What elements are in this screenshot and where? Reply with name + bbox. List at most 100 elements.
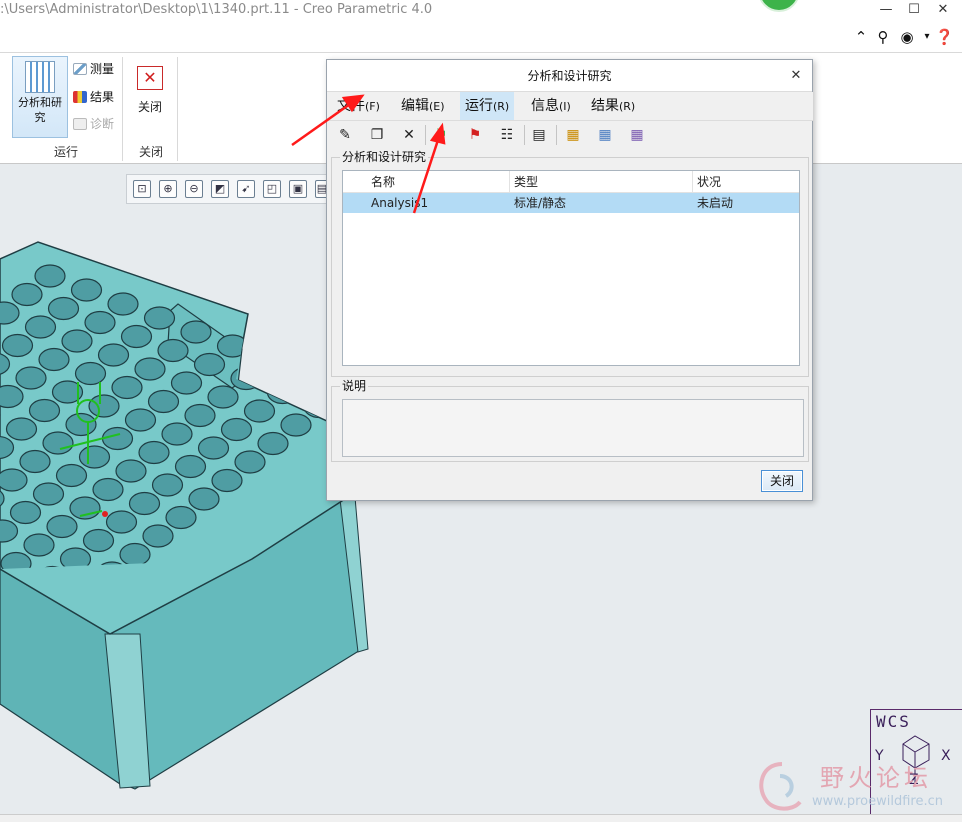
diagnose-button[interactable]: 诊断 [73,114,114,134]
model-hole [78,445,111,469]
edit-pencil-icon[interactable]: ✎ [334,124,356,146]
model-hole [234,450,266,474]
analysis-study-button[interactable]: 分析和研 究 [12,56,68,138]
model-hole [46,514,78,539]
watermark-title: 野火论坛 [820,764,932,792]
row-name: Analysis1 [371,196,429,210]
menu-file[interactable]: 文件(F) [332,92,385,120]
model-hole [193,352,226,377]
model-hole [11,282,43,307]
app-logo-icon [758,0,800,12]
model-hole [55,463,88,488]
chevron-down-icon[interactable]: ▾ [918,27,936,47]
model-hole [105,510,138,534]
model-hole [70,278,103,302]
menu-run[interactable]: 运行(R) [460,92,515,120]
ribbon-close-label: 关闭 [137,100,162,114]
model-hole [280,413,312,437]
menu-file-label: 文件 [337,98,365,114]
column-header-type[interactable]: 类型 [509,171,692,193]
collapse-ribbon-icon[interactable]: ⌃ [852,27,870,47]
maximize-icon[interactable]: ☐ [903,1,925,19]
menu-info-label: 信息 [531,98,559,114]
study-list-header: 名称 类型 状况 [343,171,799,193]
model-hole [197,436,230,460]
dialog-menubar: 文件(F) 编辑(E) 运行(R) 信息(I) 结果(R) [328,92,813,120]
model-hole [216,334,249,358]
community-icon[interactable]: ◉ [898,27,916,47]
table-row[interactable]: Analysis1 标准/静态 未启动 [343,193,799,213]
model-hole [15,366,47,390]
model-hole [0,384,24,409]
model-hole [97,343,130,367]
model-hole [19,449,51,474]
model-hole [253,348,285,372]
model-hole [161,422,193,446]
model-hole [230,366,262,391]
model-hole [157,338,189,363]
model-hole [74,361,107,386]
menu-results[interactable]: 结果(R) [586,92,640,120]
close-window-icon[interactable]: ✕ [932,1,954,19]
delete-icon[interactable]: ✕ [398,124,420,146]
analysis-study-dialog: 分析和设计研究 ✕ 文件(F) 编辑(E) 运行(R) 信息(I) 结果(R) … [326,59,813,501]
copy-icon[interactable]: ❐ [366,124,388,146]
menu-file-accel: (F) [365,100,380,113]
search-icon[interactable]: ⚲ [874,27,892,47]
menu-info-accel: (I) [559,100,571,113]
description-field[interactable] [342,399,804,457]
ribbon-close-button[interactable]: ✕ 关闭 [126,56,174,138]
results-label: 结果 [90,90,115,104]
summary-icon[interactable]: ▤ [528,124,550,146]
menu-info[interactable]: 信息(I) [526,92,576,120]
minimize-icon[interactable]: — [875,1,897,19]
model-hole [207,385,239,409]
group-label-run: 运行 [54,145,79,159]
column-header-status[interactable]: 状况 [692,171,799,193]
dialog-close-icon[interactable]: ✕ [788,60,804,92]
model-hole [42,431,74,455]
diagnose-icon [73,118,87,130]
measure-button[interactable]: 测量 [73,59,114,79]
column-header-name[interactable]: 名称 [367,171,509,193]
analysis-study-label-2: 究 [34,111,46,124]
title-bar: :\Users\Administrator\Desktop\1\1340.prt… [0,0,962,22]
model-hole [289,362,322,386]
help-icon[interactable]: ❓ [935,27,954,47]
measure-label: 测量 [90,62,115,76]
watermark-logo-icon [759,762,802,811]
model-hole [188,487,220,511]
model-hole [184,403,216,428]
model-hole [170,371,203,395]
model-hole [142,524,174,548]
results-export-icon[interactable]: ▦ [626,124,648,146]
dialog-close-button[interactable]: 关闭 [761,470,803,492]
close-red-icon: ✕ [137,66,163,90]
start-run-green-flag-icon[interactable]: ⚑ [430,124,452,146]
watermark-url: www.proewildfire.cn [812,794,943,809]
model-hole [115,459,147,483]
model-hole [180,320,212,344]
model-hole [0,468,28,492]
model-hole [151,473,184,497]
origin-point [102,511,108,517]
analysis-study-icon [25,61,55,93]
results-window-icon[interactable]: ▦ [562,124,584,146]
menu-edit[interactable]: 编辑(E) [396,92,450,120]
dialog-toolbar: ✎ ❐ ✕ ⚑ ⚑ ☷ ▤ ▦ ▦ ▦ [328,120,813,148]
status-bar [0,814,962,822]
ribbon-tab-row: ⌃ ⚲ ◉ ▾ ❓ [0,22,962,52]
group-divider [122,57,123,161]
study-list[interactable]: 名称 类型 状况 Analysis1 标准/静态 未启动 [342,170,800,366]
model-hole [34,264,66,288]
model-hole [128,491,161,516]
results-overlay-icon[interactable]: ▦ [594,124,616,146]
menu-edit-accel: (E) [429,100,445,113]
status-list-icon[interactable]: ☷ [496,124,518,146]
menu-run-label: 运行 [465,98,493,114]
results-button[interactable]: 结果 [73,87,114,107]
model-hole [65,412,97,437]
stop-run-red-flag-icon[interactable]: ⚑ [464,124,486,146]
group-label-close: 关闭 [139,145,164,159]
study-list-group: 分析和设计研究 名称 类型 状况 Analysis1 标准/静态 未启动 [331,150,809,377]
